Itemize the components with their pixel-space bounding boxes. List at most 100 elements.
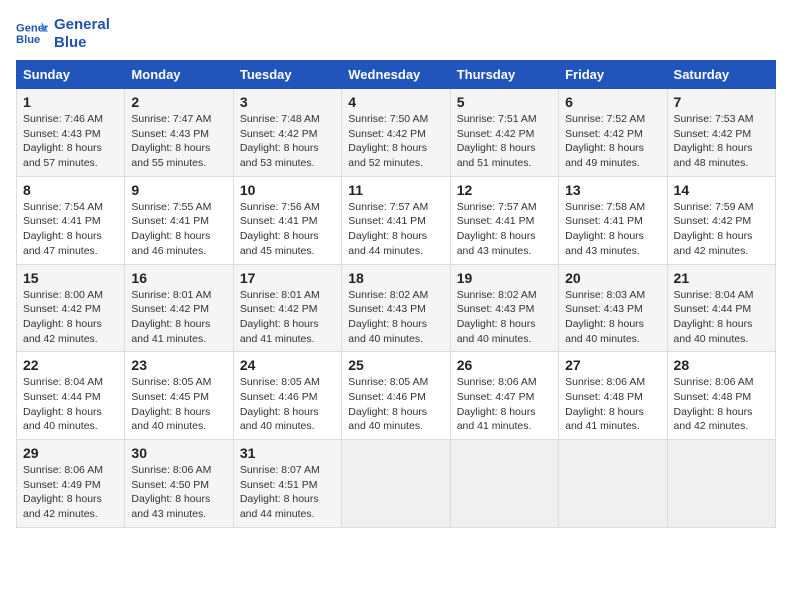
calendar-cell: [342, 440, 450, 528]
calendar-cell: 16 Sunrise: 8:01 AM Sunset: 4:42 PM Dayli…: [125, 264, 233, 352]
day-number: 14: [674, 182, 769, 198]
calendar-cell: 24 Sunrise: 8:05 AM Sunset: 4:46 PM Dayli…: [233, 352, 341, 440]
calendar-cell: 9 Sunrise: 7:55 AM Sunset: 4:41 PM Daylig…: [125, 176, 233, 264]
day-number: 4: [348, 94, 443, 110]
weekday-header-saturday: Saturday: [667, 61, 775, 89]
day-number: 15: [23, 270, 118, 286]
day-info: Sunrise: 8:03 AM Sunset: 4:43 PM Dayligh…: [565, 288, 660, 347]
calendar-cell: 25Sunrise: 8:05 AM Sunset: 4:46 PM Dayli…: [342, 352, 450, 440]
logo-general: General: [54, 16, 110, 34]
day-number: 27: [565, 357, 660, 373]
calendar-cell: 1 Sunrise: 7:46 AM Sunset: 4:43 PM Daylig…: [17, 89, 125, 177]
day-info: Sunrise: 7:50 AM Sunset: 4:42 PM Dayligh…: [348, 112, 443, 171]
day-info: Sunrise: 7:56 AM Sunset: 4:41 PM Dayligh…: [240, 200, 335, 259]
calendar-cell: 26 Sunrise: 8:06 AM Sunset: 4:47 PM Dayli…: [450, 352, 558, 440]
day-info: Sunrise: 8:01 AM Sunset: 4:42 PM Dayligh…: [131, 288, 226, 347]
calendar-table: SundayMondayTuesdayWednesdayThursdayFrid…: [16, 60, 776, 528]
weekday-header-sunday: Sunday: [17, 61, 125, 89]
day-number: 17: [240, 270, 335, 286]
day-number: 6: [565, 94, 660, 110]
day-info: Sunrise: 7:53 AM Sunset: 4:42 PM Dayligh…: [674, 112, 769, 171]
day-number: 16: [131, 270, 226, 286]
calendar-cell: 11 Sunrise: 7:57 AM Sunset: 4:41 PM Dayli…: [342, 176, 450, 264]
day-number: 29: [23, 445, 118, 461]
day-info: Sunrise: 8:04 AM Sunset: 4:44 PM Dayligh…: [23, 375, 118, 434]
calendar-cell: 18 Sunrise: 8:02 AM Sunset: 4:43 PM Dayli…: [342, 264, 450, 352]
calendar-cell: 30 Sunrise: 8:06 AM Sunset: 4:50 PM Dayli…: [125, 440, 233, 528]
calendar-cell: 31Sunrise: 8:07 AM Sunset: 4:51 PM Dayli…: [233, 440, 341, 528]
logo-icon: General Blue: [16, 20, 48, 48]
calendar-cell: 10 Sunrise: 7:56 AM Sunset: 4:41 PM Dayli…: [233, 176, 341, 264]
day-number: 13: [565, 182, 660, 198]
day-info: Sunrise: 8:06 AM Sunset: 4:47 PM Dayligh…: [457, 375, 552, 434]
day-info: Sunrise: 7:58 AM Sunset: 4:41 PM Dayligh…: [565, 200, 660, 259]
calendar-cell: 2 Sunrise: 7:47 AM Sunset: 4:43 PM Daylig…: [125, 89, 233, 177]
logo: General Blue General Blue: [16, 16, 110, 52]
day-number: 2: [131, 94, 226, 110]
day-info: Sunrise: 8:00 AM Sunset: 4:42 PM Dayligh…: [23, 288, 118, 347]
day-number: 9: [131, 182, 226, 198]
day-number: 5: [457, 94, 552, 110]
weekday-header-friday: Friday: [559, 61, 667, 89]
day-info: Sunrise: 7:46 AM Sunset: 4:43 PM Dayligh…: [23, 112, 118, 171]
day-number: 23: [131, 357, 226, 373]
calendar-cell: [450, 440, 558, 528]
day-info: Sunrise: 7:52 AM Sunset: 4:42 PM Dayligh…: [565, 112, 660, 171]
calendar-cell: [559, 440, 667, 528]
day-info: Sunrise: 8:06 AM Sunset: 4:49 PM Dayligh…: [23, 463, 118, 522]
day-info: Sunrise: 7:55 AM Sunset: 4:41 PM Dayligh…: [131, 200, 226, 259]
day-number: 22: [23, 357, 118, 373]
day-number: 25: [348, 357, 443, 373]
calendar-cell: 23 Sunrise: 8:05 AM Sunset: 4:45 PM Dayli…: [125, 352, 233, 440]
day-info: Sunrise: 8:06 AM Sunset: 4:48 PM Dayligh…: [565, 375, 660, 434]
day-number: 8: [23, 182, 118, 198]
weekday-header-monday: Monday: [125, 61, 233, 89]
day-info: Sunrise: 8:06 AM Sunset: 4:48 PM Dayligh…: [674, 375, 769, 434]
day-info: Sunrise: 7:59 AM Sunset: 4:42 PM Dayligh…: [674, 200, 769, 259]
calendar-cell: 20 Sunrise: 8:03 AM Sunset: 4:43 PM Dayli…: [559, 264, 667, 352]
calendar-cell: 5 Sunrise: 7:51 AM Sunset: 4:42 PM Daylig…: [450, 89, 558, 177]
day-info: Sunrise: 7:48 AM Sunset: 4:42 PM Dayligh…: [240, 112, 335, 171]
day-number: 31: [240, 445, 335, 461]
calendar-cell: 19 Sunrise: 8:02 AM Sunset: 4:43 PM Dayli…: [450, 264, 558, 352]
day-number: 18: [348, 270, 443, 286]
calendar-cell: 4 Sunrise: 7:50 AM Sunset: 4:42 PM Daylig…: [342, 89, 450, 177]
day-number: 7: [674, 94, 769, 110]
day-info: Sunrise: 7:54 AM Sunset: 4:41 PM Dayligh…: [23, 200, 118, 259]
day-number: 24: [240, 357, 335, 373]
calendar-cell: 29 Sunrise: 8:06 AM Sunset: 4:49 PM Dayli…: [17, 440, 125, 528]
calendar-cell: 15 Sunrise: 8:00 AM Sunset: 4:42 PM Dayli…: [17, 264, 125, 352]
calendar-cell: 14 Sunrise: 7:59 AM Sunset: 4:42 PM Dayli…: [667, 176, 775, 264]
calendar-cell: 27 Sunrise: 8:06 AM Sunset: 4:48 PM Dayli…: [559, 352, 667, 440]
day-number: 11: [348, 182, 443, 198]
day-number: 28: [674, 357, 769, 373]
day-info: Sunrise: 7:57 AM Sunset: 4:41 PM Dayligh…: [348, 200, 443, 259]
day-number: 3: [240, 94, 335, 110]
calendar-cell: 6 Sunrise: 7:52 AM Sunset: 4:42 PM Daylig…: [559, 89, 667, 177]
calendar-cell: 21Sunrise: 8:04 AM Sunset: 4:44 PM Dayli…: [667, 264, 775, 352]
day-number: 30: [131, 445, 226, 461]
day-info: Sunrise: 8:02 AM Sunset: 4:43 PM Dayligh…: [457, 288, 552, 347]
calendar-cell: 3 Sunrise: 7:48 AM Sunset: 4:42 PM Daylig…: [233, 89, 341, 177]
day-info: Sunrise: 7:47 AM Sunset: 4:43 PM Dayligh…: [131, 112, 226, 171]
calendar-cell: 22 Sunrise: 8:04 AM Sunset: 4:44 PM Dayli…: [17, 352, 125, 440]
day-number: 1: [23, 94, 118, 110]
calendar-cell: 13 Sunrise: 7:58 AM Sunset: 4:41 PM Dayli…: [559, 176, 667, 264]
calendar-cell: 12Sunrise: 7:57 AM Sunset: 4:41 PM Dayli…: [450, 176, 558, 264]
weekday-header-tuesday: Tuesday: [233, 61, 341, 89]
day-number: 26: [457, 357, 552, 373]
calendar-cell: 28 Sunrise: 8:06 AM Sunset: 4:48 PM Dayli…: [667, 352, 775, 440]
day-number: 20: [565, 270, 660, 286]
calendar-cell: 17Sunrise: 8:01 AM Sunset: 4:42 PM Dayli…: [233, 264, 341, 352]
day-info: Sunrise: 8:05 AM Sunset: 4:45 PM Dayligh…: [131, 375, 226, 434]
weekday-header-thursday: Thursday: [450, 61, 558, 89]
day-number: 19: [457, 270, 552, 286]
day-number: 10: [240, 182, 335, 198]
day-info: Sunrise: 7:51 AM Sunset: 4:42 PM Dayligh…: [457, 112, 552, 171]
day-info: Sunrise: 8:06 AM Sunset: 4:50 PM Dayligh…: [131, 463, 226, 522]
calendar-cell: [667, 440, 775, 528]
day-info: Sunrise: 8:02 AM Sunset: 4:43 PM Dayligh…: [348, 288, 443, 347]
day-info: Sunrise: 8:05 AM Sunset: 4:46 PM Dayligh…: [240, 375, 335, 434]
day-info: Sunrise: 8:04 AM Sunset: 4:44 PM Dayligh…: [674, 288, 769, 347]
svg-text:Blue: Blue: [16, 34, 40, 46]
